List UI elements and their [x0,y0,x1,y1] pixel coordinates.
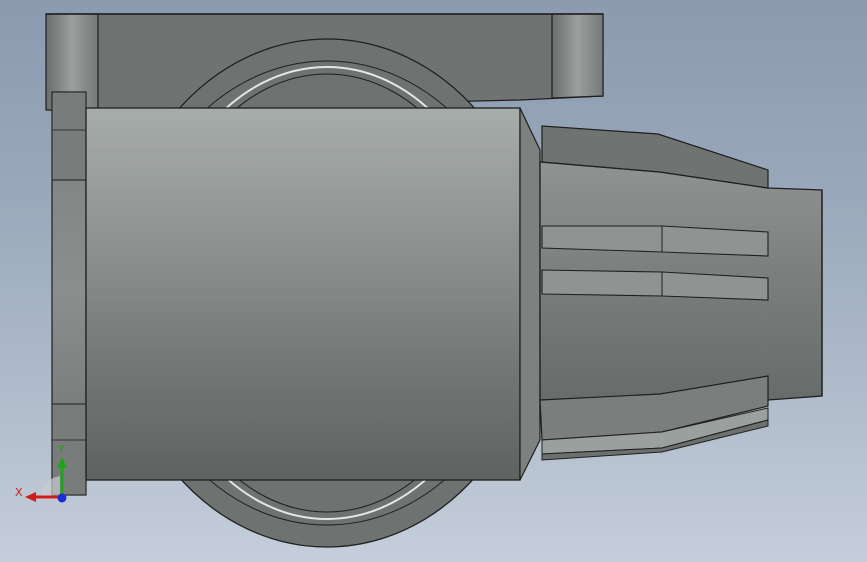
orientation-triad[interactable]: Y X [10,438,80,510]
y-axis-label: Y [57,443,65,456]
cad-model-view[interactable] [0,0,867,562]
main-cylinder[interactable] [85,107,541,481]
left-flange[interactable] [51,91,87,496]
bracket-right-boss [551,13,604,99]
cylinder-chamfer [519,107,541,481]
front-nozzle[interactable] [539,125,823,461]
x-axis-label: X [15,486,23,499]
z-axis-dot-icon [57,493,67,503]
graphics-viewport[interactable]: Y X [0,0,867,562]
